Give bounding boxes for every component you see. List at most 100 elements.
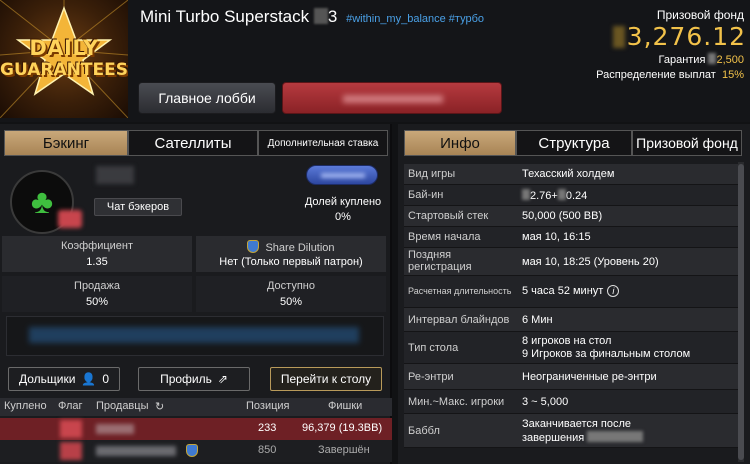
payout-distribution: Распределение выплат 15% xyxy=(596,69,744,81)
flag-redacted xyxy=(60,420,82,438)
col-position[interactable]: Позиция xyxy=(246,400,290,412)
duration-value: 5 часа 52 минут xyxy=(522,285,604,297)
seller-name-redacted xyxy=(96,446,176,456)
guarantee: Гарантия 2,500 xyxy=(659,53,744,66)
col-flag[interactable]: Флаг xyxy=(58,400,83,412)
profile-label: Профиль xyxy=(160,372,212,386)
currency-redacted xyxy=(522,189,530,200)
logo-text-daily: DAILY xyxy=(29,36,99,60)
row-chips: 96,379 (19.3BB) xyxy=(302,422,383,434)
tournament-header: DAILY GUARANTEES Mini Turbo Superstack 3… xyxy=(0,0,750,122)
coefficient-label: Коэффициент xyxy=(60,240,134,252)
table-row[interactable]: 233 96,379 (19.3BB) xyxy=(0,418,392,440)
currency-redacted xyxy=(557,189,566,200)
info-value: 5 часа 52 минут i xyxy=(522,285,620,297)
info-row-players: Мин.~Макс. игроки 3 ~ 5,000 xyxy=(404,390,738,414)
info-key: Время начала xyxy=(408,231,481,243)
row-position: 233 xyxy=(258,422,277,434)
tab-structure[interactable]: Структура xyxy=(516,130,632,156)
prize-pool-value: 3,276.12 xyxy=(612,22,746,51)
info-row-start-time: Время начала мая 10, 16:15 xyxy=(404,227,738,248)
col-bought[interactable]: Куплено xyxy=(4,400,47,412)
info-value: 2.76+ 0.24 xyxy=(522,189,587,202)
prize-pool-amount: 3,276.12 xyxy=(626,22,746,51)
guarantee-currency-redacted xyxy=(708,53,717,64)
info-key: Вид игры xyxy=(408,168,456,180)
info-key: Мин.~Макс. игроки xyxy=(408,396,505,408)
shareholders-count: 0 xyxy=(102,372,110,386)
backing-tabs: Бэкинг Сателлиты Дополнительная ставка xyxy=(4,130,388,156)
info-value: Неограниченные ре-энтри xyxy=(522,371,657,383)
tab-backing[interactable]: Бэкинг xyxy=(4,130,128,156)
external-link-icon: ⇗ xyxy=(217,372,228,386)
info-row-game-type: Вид игры Техасский холдем xyxy=(404,164,738,185)
col-sellers[interactable]: Продавцы xyxy=(96,400,149,412)
share-slider-redacted[interactable] xyxy=(6,316,384,356)
distribution-label: Распределение выплат xyxy=(596,69,716,81)
info-value: 50,000 (500 BB) xyxy=(522,210,603,222)
info-row-duration: Расчетная длительность 5 часа 52 минут i xyxy=(404,276,738,308)
title-suffix: 3 xyxy=(327,7,338,26)
info-row-blind-interval: Интервал блайндов 6 Мин xyxy=(404,308,738,332)
goto-table-button[interactable]: Перейти к столу xyxy=(270,367,382,391)
register-button[interactable] xyxy=(282,82,502,114)
tab-extra-bet[interactable]: Дополнительная ставка xyxy=(258,130,388,156)
shareholders-button[interactable]: Дольщики 👤 0 xyxy=(8,367,120,391)
shield-icon xyxy=(247,240,260,253)
col-chips[interactable]: Фишки xyxy=(328,400,362,412)
info-tabs: Инфо Структура Призовой фонд xyxy=(404,130,742,156)
bubble-value-2: завершения xyxy=(522,432,585,444)
tab-satellites[interactable]: Сателлиты xyxy=(128,130,258,156)
info-icon[interactable]: i xyxy=(607,285,620,297)
scrollbar-thumb[interactable] xyxy=(738,164,744,460)
flag-badge-redacted xyxy=(58,210,82,228)
person-icon: 👤 xyxy=(81,372,97,386)
available-label: Доступно xyxy=(266,280,315,292)
info-value: 6 Мин xyxy=(522,314,553,326)
info-row-reentry: Ре-энтри Неограниченные ре-энтри xyxy=(404,364,738,390)
info-key: Интервал блайндов xyxy=(408,314,510,326)
info-key: Бай-ин xyxy=(408,189,444,201)
backing-toggle[interactable] xyxy=(306,165,378,185)
dilution-value: Нет (Только первый патрон) xyxy=(219,256,363,268)
shares-bought-value: 0% xyxy=(335,211,351,223)
coefficient-value: 1.35 xyxy=(86,256,108,268)
prize-pool-label: Призовой фонд xyxy=(656,8,744,22)
shield-icon xyxy=(186,444,198,457)
info-row-late-reg: Поздняя регистрация мая 10, 18:25 (Урове… xyxy=(404,248,738,276)
info-value-2: 9 Игроков за финальным столом xyxy=(522,348,691,360)
toggle-label-redacted xyxy=(321,173,365,178)
info-value: мая 10, 16:15 xyxy=(522,231,591,243)
player-name-redacted xyxy=(96,166,134,184)
shares-bought-label: Долей куплено xyxy=(304,196,382,208)
info-key: Поздняя регистрация xyxy=(408,249,472,273)
backers-chat-button[interactable]: Чат бэкеров xyxy=(94,198,182,216)
profile-button[interactable]: Профиль ⇗ xyxy=(138,367,250,391)
stat-coefficient: Коэффициент 1.35 xyxy=(2,236,192,272)
tab-prize-pool[interactable]: Призовой фонд xyxy=(632,130,742,156)
shareholders-label: Дольщики xyxy=(18,372,76,386)
dilution-label: Share Dilution xyxy=(196,240,386,254)
refresh-icon[interactable]: ↻ xyxy=(155,400,164,413)
tournament-info-list: Вид игры Техасский холдем Бай-ин 2.76+ 0.… xyxy=(404,164,738,448)
slider-bar-redacted xyxy=(29,327,359,343)
info-row-table-type: Тип стола 8 игроков на стол 9 Игроков за… xyxy=(404,332,738,364)
main-lobby-button[interactable]: Главное лобби xyxy=(138,82,276,114)
tournament-tags[interactable]: #within_my_balance #турбо xyxy=(346,13,484,25)
info-value: Техасский холдем xyxy=(522,168,615,180)
dilution-label-text: Share Dilution xyxy=(265,242,335,254)
clover-icon: ♣ xyxy=(30,182,54,221)
info-key: Тип стола xyxy=(408,342,459,354)
tab-info[interactable]: Инфо xyxy=(404,130,516,156)
bubble-redacted xyxy=(587,431,644,442)
daily-guarantees-logo: DAILY GUARANTEES xyxy=(0,0,128,118)
backing-panel: Бэкинг Сателлиты Дополнительная ставка ♣… xyxy=(0,124,392,464)
info-value: 3 ~ 5,000 xyxy=(522,396,569,408)
table-row[interactable]: 850 Завершён xyxy=(0,440,392,462)
stat-sale: Продажа 50% xyxy=(2,276,192,312)
row-position: 850 xyxy=(258,444,277,456)
info-key: Стартовый стек xyxy=(408,210,489,222)
info-key: Ре-энтри xyxy=(408,371,454,383)
info-scrollbar[interactable] xyxy=(738,162,744,462)
guarantee-value: 2,500 xyxy=(716,54,744,66)
